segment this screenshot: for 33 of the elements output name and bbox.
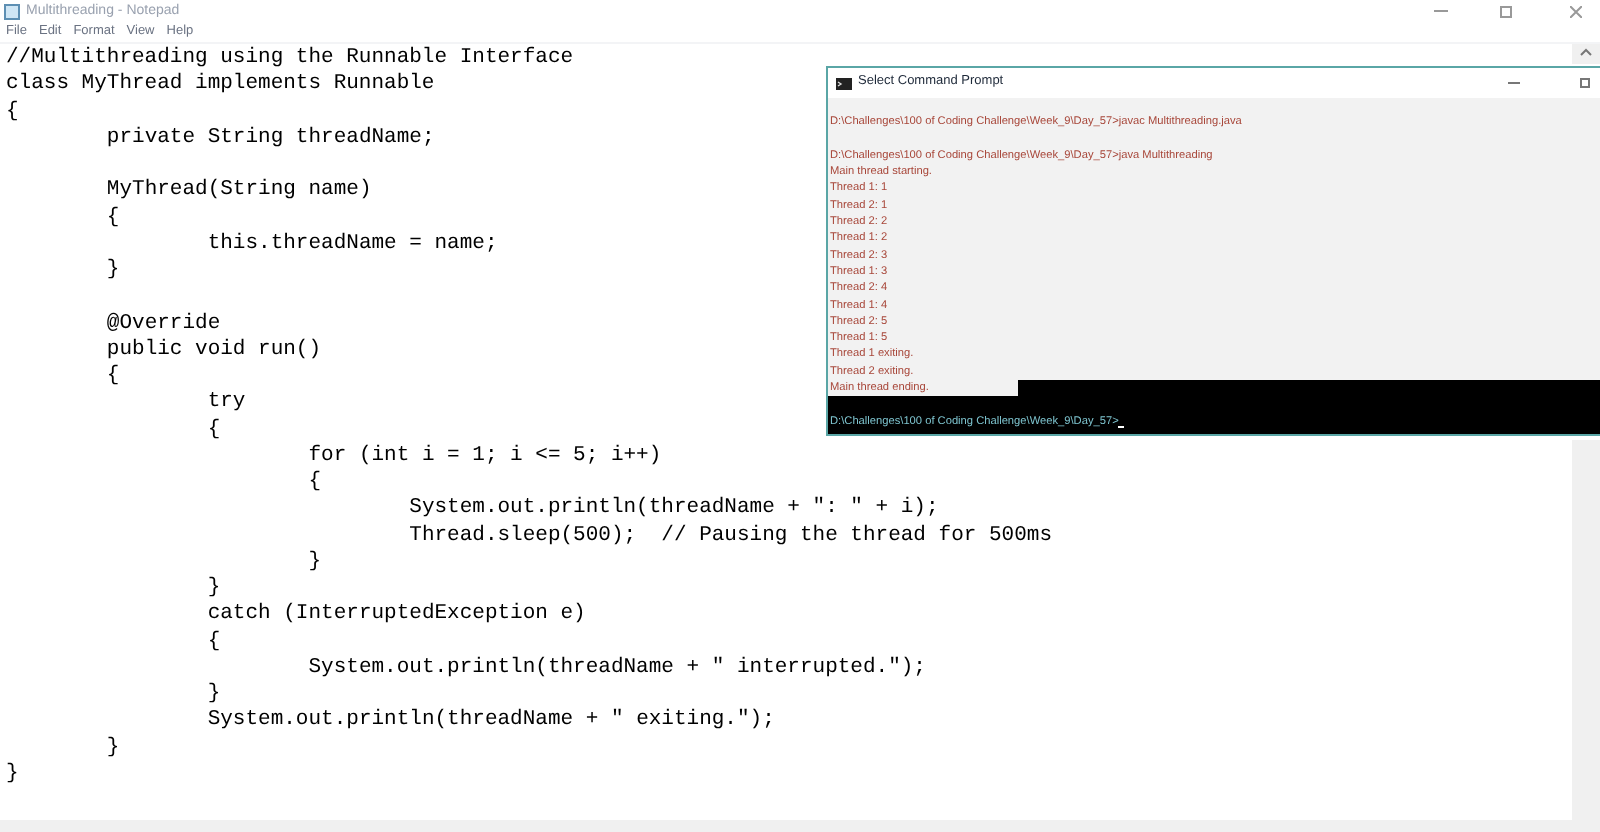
code-line: }	[104, 735, 120, 759]
code-line: //Multithreading using the Runnable Interface	[6, 46, 574, 70]
code-line: System.out.println(threadName + ": " + i);	[407, 496, 939, 521]
code-line: catch (InterruptedException e)	[205, 602, 586, 627]
code-line: }	[104, 258, 120, 282]
close-icon[interactable]	[1570, 6, 1582, 18]
code-line: {	[6, 99, 19, 123]
code-line: }	[306, 549, 322, 574]
code-line: {	[205, 629, 221, 653]
code-line: private String threadName;	[104, 125, 435, 150]
notepad-icon	[4, 3, 20, 19]
code-line: {	[104, 364, 120, 388]
code-line: }	[205, 682, 221, 706]
code-line: @Override	[104, 311, 221, 335]
code-line: class MyThread implements Runnable	[6, 72, 435, 97]
maximize-icon[interactable]	[1580, 78, 1590, 88]
maximize-icon[interactable]	[1500, 5, 1512, 17]
code-line: }	[6, 761, 19, 786]
code-line: System.out.println(threadName + " interrupted.");	[306, 655, 926, 680]
code-line: Thread.sleep(500); // Pausing the thread for 500ms	[407, 523, 1052, 547]
code-line: MyThread(String name)	[104, 178, 372, 203]
code-line: {	[104, 205, 120, 229]
code-line: System.out.println(threadName + " exiting.");	[205, 708, 775, 733]
code-line: for (int i = 1; i <= 5; i++)	[306, 443, 662, 468]
code-line: {	[205, 417, 221, 441]
code-line: public void run()	[104, 337, 322, 362]
code-line: }	[205, 576, 221, 600]
console-icon	[836, 77, 852, 89]
code-line: {	[306, 470, 322, 494]
code-line: try	[205, 390, 246, 415]
scroll-up-icon[interactable]	[1580, 48, 1592, 56]
code-line: this.threadName = name;	[205, 231, 498, 256]
scrollbar[interactable]	[1572, 44, 1600, 64]
